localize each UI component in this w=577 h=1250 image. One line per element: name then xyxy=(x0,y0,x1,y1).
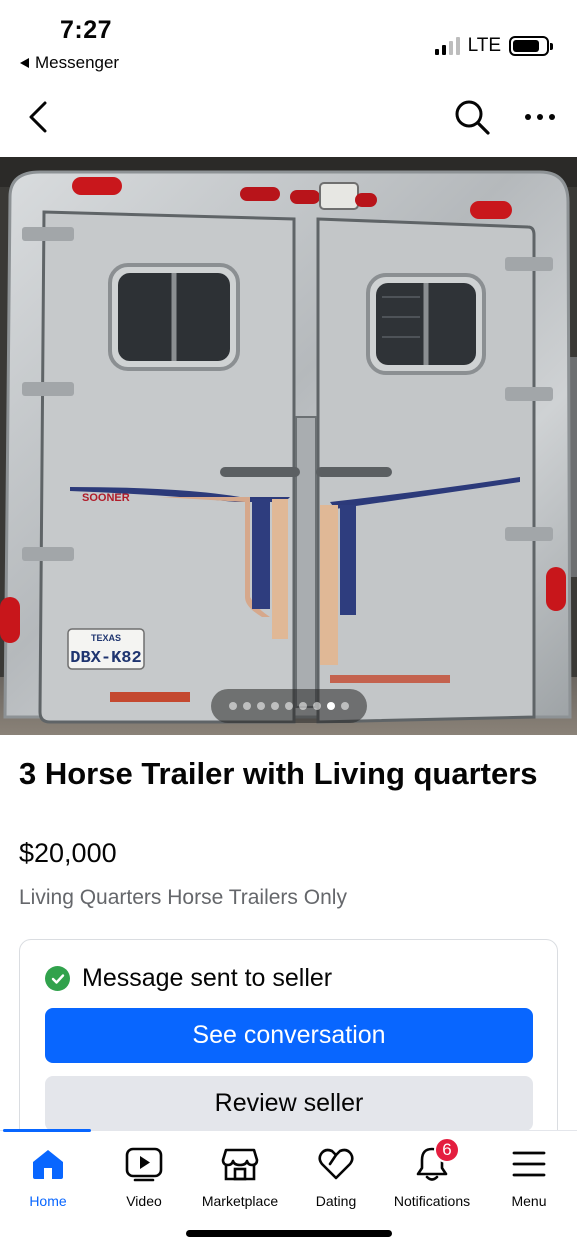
dating-heart-icon xyxy=(316,1143,356,1185)
tab-dating[interactable]: Dating xyxy=(288,1143,384,1223)
carousel-dot[interactable] xyxy=(299,702,307,710)
message-status-text: Message sent to seller xyxy=(82,964,333,992)
tab-label: Dating xyxy=(315,1193,357,1209)
check-circle-icon xyxy=(45,966,70,991)
carousel-dot[interactable] xyxy=(341,702,349,710)
tab-menu[interactable]: Menu xyxy=(481,1143,577,1223)
home-indicator[interactable] xyxy=(186,1230,392,1237)
carousel-dot[interactable] xyxy=(257,702,265,710)
back-triangle-icon xyxy=(20,58,29,68)
image-carousel-indicator[interactable] xyxy=(211,689,367,723)
listing-title: 3 Horse Trailer with Living quarters xyxy=(19,756,538,791)
tab-marketplace[interactable]: Marketplace xyxy=(192,1143,288,1223)
carousel-dot[interactable] xyxy=(285,702,293,710)
menu-icon xyxy=(509,1143,549,1185)
video-icon xyxy=(124,1143,164,1185)
tab-label: Notifications xyxy=(393,1193,471,1209)
notification-badge: 6 xyxy=(434,1137,460,1163)
status-indicators: LTE xyxy=(434,35,553,57)
signal-icon xyxy=(434,37,460,55)
chevron-left-icon xyxy=(29,101,47,133)
tab-label: Marketplace xyxy=(201,1193,279,1209)
more-horizontal-icon xyxy=(525,114,555,120)
battery-icon xyxy=(509,36,553,56)
review-seller-button[interactable]: Review seller xyxy=(45,1076,533,1131)
network-label: LTE xyxy=(467,35,501,56)
back-app-label: Messenger xyxy=(35,53,120,72)
tab-label: Menu xyxy=(511,1193,547,1209)
status-bar: 7:27 Messenger LTE xyxy=(0,0,577,80)
more-options-button[interactable] xyxy=(520,99,560,135)
top-nav-bar xyxy=(0,85,577,150)
brand-decal: SOONER xyxy=(82,492,130,504)
marketplace-icon xyxy=(220,1143,260,1185)
back-to-messenger[interactable]: Messenger xyxy=(20,53,119,73)
bell-icon: 6 xyxy=(412,1137,460,1185)
tab-label: Video xyxy=(126,1193,162,1209)
carousel-dot[interactable] xyxy=(327,702,335,710)
search-button[interactable] xyxy=(450,95,494,139)
home-icon xyxy=(28,1143,68,1185)
carousel-dot[interactable] xyxy=(313,702,321,710)
tab-notifications[interactable]: 6 Notifications xyxy=(384,1137,480,1223)
listing-photo[interactable]: SOONER TEXAS DBX-K82 xyxy=(0,157,577,735)
tab-home[interactable]: Home xyxy=(0,1143,96,1223)
listing-price: $20,000 xyxy=(19,838,117,868)
listing-category[interactable]: Living Quarters Horse Trailers Only xyxy=(19,886,347,910)
plate-number: DBX-K82 xyxy=(70,649,141,668)
carousel-dot[interactable] xyxy=(243,702,251,710)
plate-state: TEXAS xyxy=(91,633,121,643)
message-status-row: Message sent to seller xyxy=(45,964,332,993)
carousel-dot[interactable] xyxy=(271,702,279,710)
message-status-card: Message sent to seller See conversation … xyxy=(19,939,558,1159)
search-icon xyxy=(455,100,490,135)
active-tab-indicator xyxy=(3,1129,91,1132)
horse-trailer-photo: SOONER TEXAS DBX-K82 xyxy=(0,157,577,735)
tab-label: Home xyxy=(29,1193,67,1209)
tab-video[interactable]: Video xyxy=(96,1143,192,1223)
carousel-dot[interactable] xyxy=(229,702,237,710)
see-conversation-button[interactable]: See conversation xyxy=(45,1008,533,1063)
back-button[interactable] xyxy=(20,97,56,137)
status-time: 7:27 xyxy=(60,16,113,44)
